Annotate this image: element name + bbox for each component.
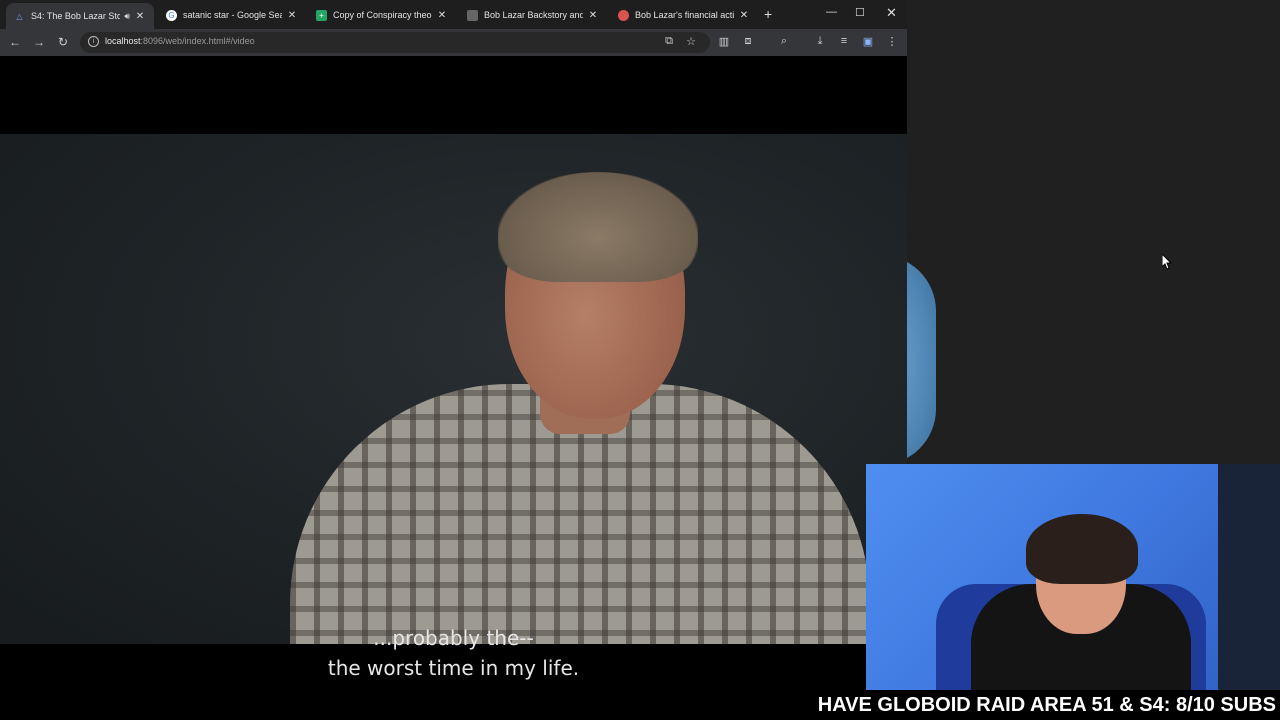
webcam-background-shelf bbox=[1218, 464, 1280, 690]
tab-bob-lazar-financial[interactable]: Bob Lazar's financial activitie ✕ bbox=[610, 3, 758, 27]
url-path: :8096/web/index.html#/video bbox=[140, 36, 255, 46]
close-tab-icon[interactable]: ✕ bbox=[134, 11, 146, 22]
new-tab-button[interactable]: + bbox=[764, 6, 772, 22]
reading-list-icon[interactable]: ≡ bbox=[837, 35, 851, 47]
tab-title: Bob Lazar Backstory and Hyp bbox=[484, 10, 583, 20]
tab-bob-lazar-backstory[interactable]: Bob Lazar Backstory and Hyp ✕ bbox=[459, 3, 607, 27]
tab-title: satanic star - Google Search bbox=[183, 10, 282, 20]
url-text[interactable]: localhost:8096/web/index.html#/video bbox=[105, 36, 255, 46]
back-arrow-icon[interactable]: ← bbox=[7, 35, 23, 49]
interviewee-hair bbox=[498, 172, 698, 282]
chat-icon bbox=[618, 9, 629, 21]
google-icon: G bbox=[166, 9, 177, 21]
site-info-icon[interactable]: i bbox=[88, 36, 99, 47]
video-player[interactable]: ...probably the-- the worst time in my l… bbox=[0, 56, 907, 720]
jellyfin-icon: △ bbox=[16, 11, 23, 21]
forward-arrow-icon[interactable]: → bbox=[31, 35, 47, 49]
close-tab-icon[interactable]: ✕ bbox=[587, 10, 599, 21]
browser-toolbar: ← → ↻ i localhost:8096/web/index.html#/v… bbox=[0, 29, 907, 56]
install-app-icon[interactable]: ⧉ bbox=[662, 35, 676, 48]
tab-title: Bob Lazar's financial activitie bbox=[635, 10, 734, 20]
url-host: localhost bbox=[105, 36, 141, 46]
close-tab-icon[interactable]: ✕ bbox=[286, 10, 298, 21]
tab-title: Copy of Conspiracy theory / bbox=[333, 10, 432, 20]
tab-google-search[interactable]: G satanic star - Google Search ✕ bbox=[158, 3, 306, 27]
tab-strip: △ S4: The Bob Lazar Story 🔊︎ ✕ G satanic… bbox=[0, 0, 907, 29]
sheets-icon: + bbox=[316, 9, 327, 21]
address-bar[interactable]: i localhost:8096/web/index.html#/video bbox=[80, 32, 710, 53]
maximize-icon[interactable]: ☐ bbox=[855, 6, 865, 19]
bookmark-star-icon[interactable]: ☆ bbox=[684, 35, 698, 48]
page-icon bbox=[467, 9, 478, 21]
menu-kebab-icon[interactable]: ⋮ bbox=[885, 35, 899, 48]
download-icon[interactable]: ⤓ bbox=[813, 35, 827, 48]
extension-icon[interactable]: ▥ bbox=[717, 35, 731, 48]
tab-bob-lazar-story[interactable]: △ S4: The Bob Lazar Story 🔊︎ ✕ bbox=[6, 3, 154, 29]
subtitle-line-2: the worst time in my life. bbox=[327, 656, 580, 680]
video-frame bbox=[0, 134, 907, 644]
stream-goal-banner: HAVE GLOBOID RAID AREA 51 & S4: 8/10 SUB… bbox=[800, 690, 1280, 720]
tab-title: S4: The Bob Lazar Story bbox=[31, 11, 121, 21]
streamer-webcam bbox=[866, 464, 1280, 690]
tab-search-icon[interactable]: ⌕ bbox=[777, 35, 791, 48]
reload-icon[interactable]: ↻ bbox=[55, 35, 71, 49]
puzzle-extensions-icon[interactable]: ⧈ bbox=[741, 35, 755, 48]
browser-window: △ S4: The Bob Lazar Story 🔊︎ ✕ G satanic… bbox=[0, 0, 907, 720]
speaker-icon[interactable]: 🔊︎ bbox=[124, 11, 130, 22]
close-tab-icon[interactable]: ✕ bbox=[738, 10, 750, 21]
tab-conspiracy-sheet[interactable]: + Copy of Conspiracy theory / ✕ bbox=[308, 3, 456, 27]
letterbox-top bbox=[0, 56, 907, 134]
subtitle-line-1: ...probably the-- bbox=[373, 626, 534, 650]
close-tab-icon[interactable]: ✕ bbox=[436, 10, 448, 21]
webcam-streamer-hair bbox=[1026, 514, 1138, 584]
close-window-icon[interactable]: ✕ bbox=[886, 5, 897, 21]
minimize-icon[interactable]: — bbox=[826, 6, 837, 18]
profile-icon[interactable]: ▣ bbox=[861, 35, 875, 48]
